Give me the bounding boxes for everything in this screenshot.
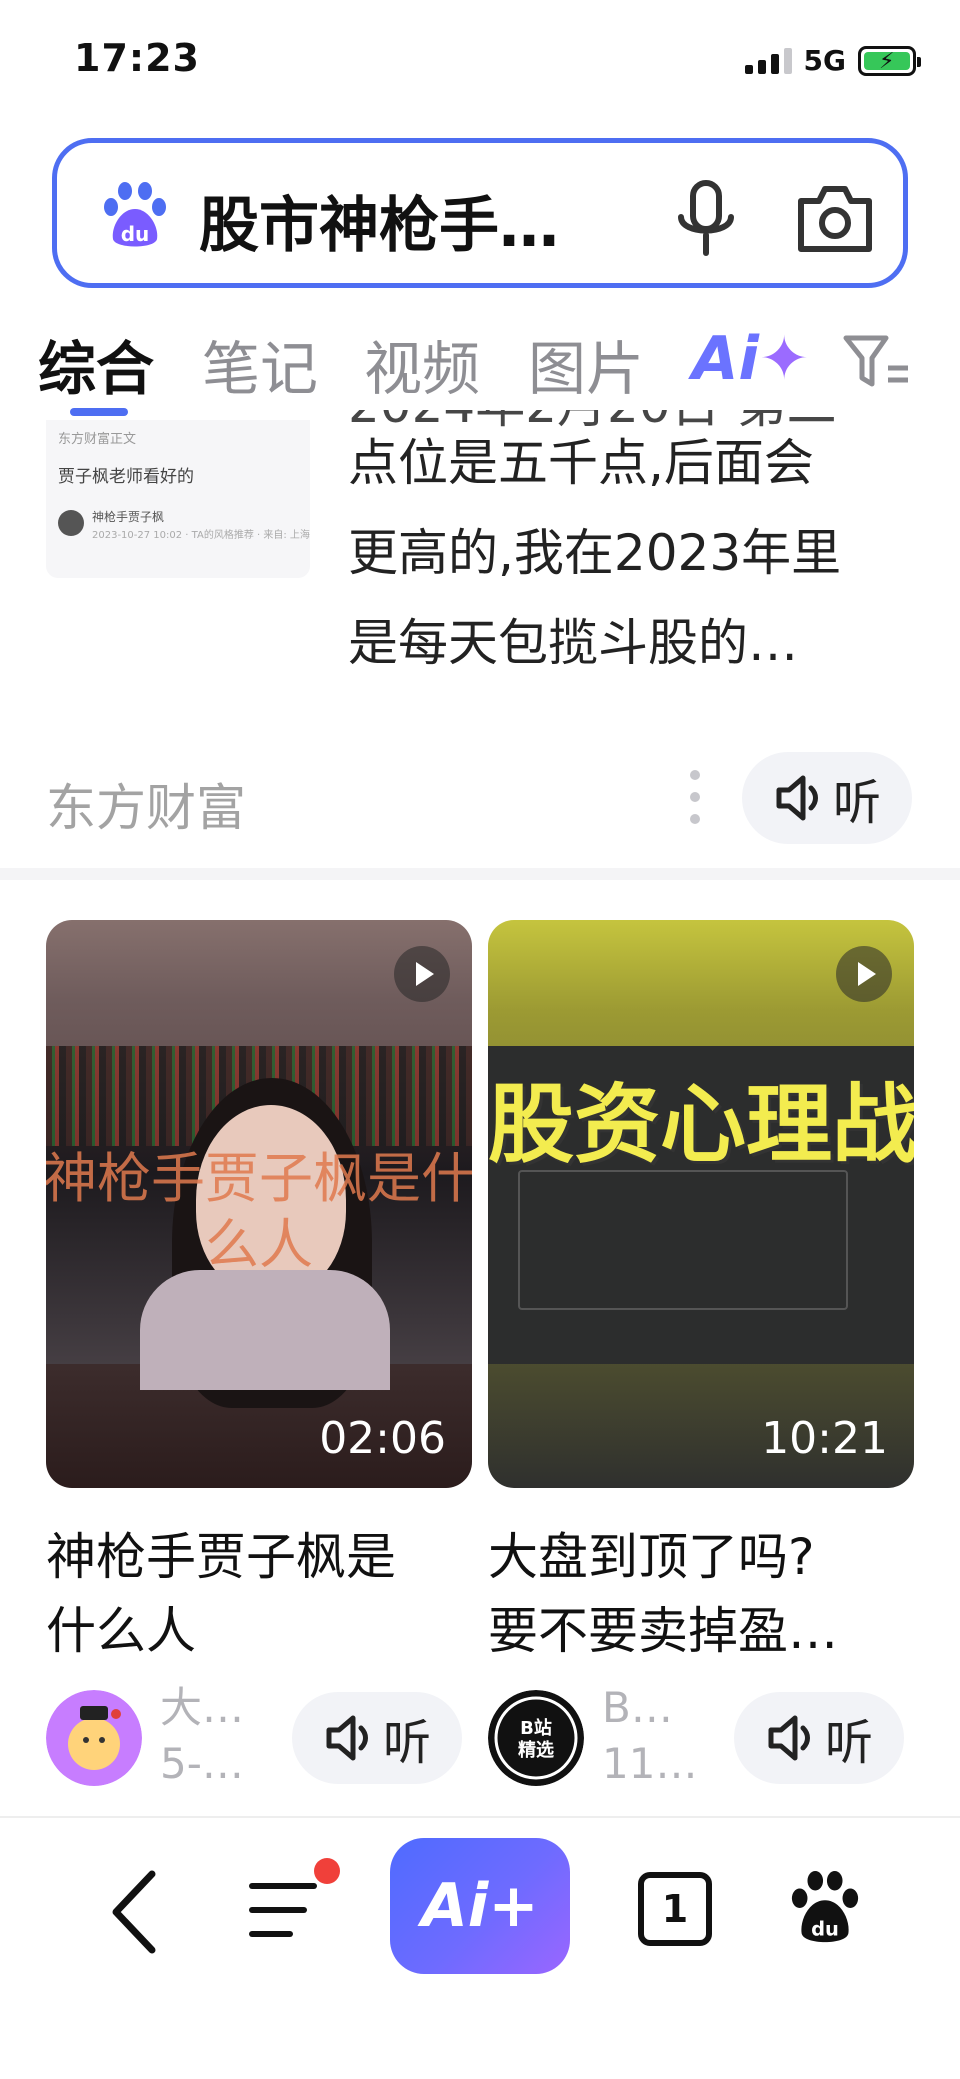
video-overlay-text: 神枪手贾子枫是什么人 [46, 1147, 472, 1276]
svg-text:du: du [811, 1917, 839, 1940]
snippet-line: 是每天包揽斗股的… [348, 614, 798, 672]
notification-badge [314, 1858, 340, 1884]
play-icon[interactable] [836, 946, 892, 1002]
tabs-count-button[interactable]: 1 [638, 1872, 712, 1946]
listen-button[interactable]: 听 [742, 752, 912, 844]
video-title-line: 神枪手贾子枫是 [46, 1528, 396, 1586]
status-bar: 17:23 5G ⚡ [0, 0, 960, 120]
video-meta: 5-… [160, 1739, 244, 1788]
thumb-header: 东方财富正文 [58, 432, 137, 447]
video-title-line: 什么人 [46, 1602, 196, 1660]
video-duration: 10:21 [761, 1413, 888, 1464]
bottom-nav: Ai+ 1 du [0, 1816, 960, 2079]
author-avatar[interactable]: B站 精选 [488, 1690, 584, 1786]
thumb-avatar [58, 510, 84, 536]
video-author-info[interactable]: B… 11… [602, 1680, 697, 1792]
svg-text:du: du [121, 222, 150, 246]
network-type: 5G [803, 44, 846, 77]
listen-label: 听 [824, 1715, 873, 1771]
result-snippet[interactable]: 2024年2月20日 第二 点位是五千点,后面会 更高的,我在2023年里 是每… [348, 410, 928, 688]
tab-ai[interactable]: Ai✦ [692, 324, 809, 394]
active-tab-indicator [70, 408, 128, 416]
video-person-body [140, 1270, 390, 1390]
video-title-line: 要不要卖掉盈… [488, 1602, 838, 1660]
baidu-home-icon[interactable]: du [788, 1868, 862, 1948]
tab-all[interactable]: 综合 [38, 322, 154, 406]
ai-assistant-button[interactable]: Ai+ [390, 1838, 570, 1974]
listen-label: 听 [832, 775, 881, 831]
microphone-icon[interactable] [671, 179, 741, 259]
video-title[interactable]: 神枪手贾子枫是 什么人 [46, 1520, 476, 1668]
listen-label: 听 [382, 1715, 431, 1771]
video-author: B… [602, 1683, 673, 1732]
status-time: 17:23 [74, 36, 200, 80]
speaker-icon [326, 1715, 368, 1761]
signal-icon [744, 47, 792, 74]
result-source[interactable]: 东方财富 [46, 768, 246, 840]
result-thumbnail[interactable]: 东方财富正文 贾子枫老师看好的 神枪手贾子枫 2023-10-27 10:02 … [46, 420, 310, 578]
battery-icon: ⚡ [858, 45, 921, 76]
video-diagram [518, 1170, 848, 1310]
speaker-icon [768, 1715, 810, 1761]
video-duration: 02:06 [319, 1413, 446, 1464]
camera-icon[interactable] [793, 179, 877, 257]
baidu-logo-icon: du [104, 182, 166, 247]
filter-icon[interactable] [842, 332, 912, 392]
video-author: 大… [160, 1683, 245, 1732]
status-indicators: 5G ⚡ [744, 44, 921, 77]
thumb-meta: 2023-10-27 10:02 · TA的风格推荐 · 来自: 上海 [92, 530, 310, 541]
svg-text:B站: B站 [520, 1717, 552, 1739]
video-overlay-text: 股资心理战 [488, 1075, 914, 1175]
search-query[interactable]: 股市神枪手… [199, 177, 559, 264]
search-bar[interactable]: du 股市神枪手… [52, 138, 908, 288]
listen-button[interactable]: 听 [734, 1692, 904, 1784]
video-title[interactable]: 大盘到顶了吗? 要不要卖掉盈… [488, 1520, 912, 1668]
video-meta: 11… [602, 1739, 698, 1788]
speaker-icon [776, 775, 818, 821]
author-avatar[interactable] [46, 1690, 142, 1786]
svg-text:精选: 精选 [518, 1739, 554, 1761]
tab-images[interactable]: 图片 [528, 322, 644, 406]
video-author-info[interactable]: 大… 5-… [160, 1680, 244, 1792]
thumb-author: 神枪手贾子枫 [92, 510, 165, 524]
video-card[interactable]: 股资心理战 10:21 [488, 920, 914, 1488]
section-divider [0, 868, 960, 880]
listen-button[interactable]: 听 [292, 1692, 462, 1784]
snippet-line: 更高的,我在2023年里 [348, 524, 842, 582]
tab-notes[interactable]: 笔记 [202, 322, 318, 406]
search-tabs: 综合 笔记 视频 图片 Ai✦ [0, 318, 960, 418]
video-title-line: 大盘到顶了吗? [488, 1528, 815, 1586]
more-options-icon[interactable] [688, 770, 702, 824]
thumb-title: 贾子枫老师看好的 [58, 467, 194, 487]
video-card[interactable]: 神枪手贾子枫是什么人 02:06 [46, 920, 472, 1488]
back-icon[interactable] [104, 1866, 164, 1958]
play-icon[interactable] [394, 946, 450, 1002]
menu-icon[interactable] [248, 1878, 318, 1942]
tab-videos[interactable]: 视频 [364, 322, 480, 406]
